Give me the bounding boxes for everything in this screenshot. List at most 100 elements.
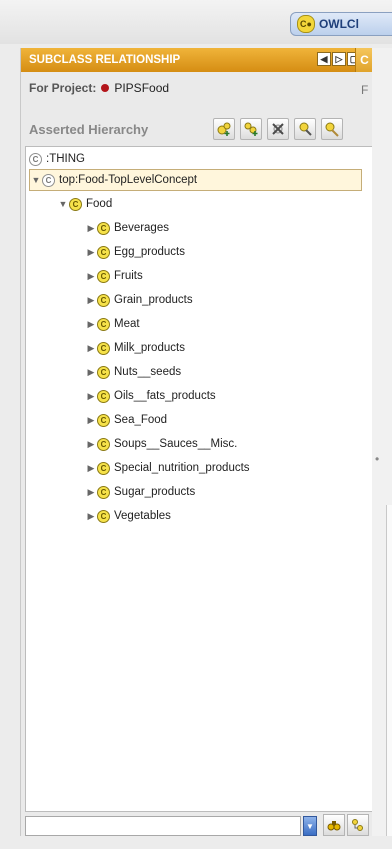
- class-icon-letter: C: [100, 391, 107, 401]
- class-icon-letter: C: [100, 439, 107, 449]
- class-icon: C: [29, 152, 42, 166]
- collapsed-arrow-icon[interactable]: ▶: [85, 415, 97, 426]
- expand-arrow-icon[interactable]: ▼: [57, 199, 69, 209]
- owl-class-icon: C ●: [297, 15, 315, 33]
- class-properties-icon[interactable]: [321, 118, 343, 140]
- collapsed-arrow-icon[interactable]: ▶: [85, 247, 97, 258]
- class-icon: C: [97, 365, 110, 379]
- hierarchy-label: Asserted Hierarchy: [29, 122, 149, 137]
- project-label: For Project:: [29, 81, 97, 95]
- tree-node-top-food[interactable]: ▼ C top:Food-TopLevelConcept: [29, 169, 362, 191]
- class-icon-letter: C: [100, 295, 107, 305]
- tree-node-nuts-seeds[interactable]: ▶ C Nuts__seeds: [85, 361, 181, 383]
- class-icon-letter: C: [100, 223, 107, 233]
- owl-class-icon-text: C: [300, 19, 307, 29]
- class-icon-letter: C: [100, 247, 107, 257]
- class-icon: C: [97, 485, 110, 499]
- collapsed-arrow-icon[interactable]: ▶: [85, 439, 97, 450]
- create-subclass-icon[interactable]: [213, 118, 235, 140]
- tree-node-label: Sea_Food: [114, 414, 168, 426]
- tree-node-label: Beverages: [114, 222, 169, 234]
- create-sibling-icon[interactable]: [240, 118, 262, 140]
- tree-node-label: Oils__fats_products: [114, 390, 216, 402]
- tree-node-label: Nuts__seeds: [114, 366, 182, 378]
- search-input[interactable]: [25, 816, 301, 836]
- class-tree[interactable]: C :THING ▼ C top:Food-TopLevelConcept ▼ …: [25, 146, 373, 812]
- tree-node-label: Grain_products: [114, 294, 193, 306]
- delete-class-icon[interactable]: [267, 118, 289, 140]
- class-icon: C: [97, 245, 110, 259]
- panel-title: SUBCLASS RELATIONSHIP: [29, 54, 181, 66]
- tree-node-special-nutrition[interactable]: ▶ C Special_nutrition_products: [85, 457, 250, 479]
- tree-node-label: Fruits: [114, 270, 143, 282]
- search-binoculars-icon[interactable]: [323, 814, 345, 836]
- back-arrow-icon[interactable]: ◀: [317, 52, 331, 66]
- forward-arrow-icon[interactable]: ▷: [332, 52, 346, 66]
- class-icon-letter: C: [45, 175, 52, 185]
- tree-node-label: Sugar_products: [114, 486, 196, 498]
- project-info: For Project: PIPSFood: [29, 81, 169, 95]
- search-dropdown-icon[interactable]: ▼: [303, 816, 317, 836]
- tree-node-oils-fats[interactable]: ▶ C Oils__fats_products: [85, 385, 216, 407]
- class-icon-letter: C: [100, 319, 107, 329]
- class-icon: C: [69, 197, 82, 211]
- class-icon-letter: C: [100, 271, 107, 281]
- collapsed-arrow-icon[interactable]: ▶: [85, 487, 97, 498]
- tree-node-soups-sauces[interactable]: ▶ C Soups__Sauces__Misc.: [85, 433, 237, 455]
- right-panel-separator: [386, 505, 392, 836]
- tree-node-food[interactable]: ▼ C Food: [57, 193, 112, 215]
- class-icon-letter: C: [32, 154, 39, 164]
- tree-node-label: Special_nutrition_products: [114, 462, 250, 474]
- tree-node-egg-products[interactable]: ▶ C Egg_products: [85, 241, 185, 263]
- tree-node-label: Egg_products: [114, 246, 185, 258]
- search-hierarchy-icon[interactable]: [347, 814, 369, 836]
- class-icon-letter: C: [72, 199, 79, 209]
- tree-node-label: Vegetables: [114, 510, 171, 522]
- tree-node-label: :THING: [46, 153, 85, 165]
- class-icon-letter: C: [100, 487, 107, 497]
- project-dot-icon: [101, 84, 110, 92]
- panel-header: SUBCLASS RELATIONSHIP ◀ ▷ ▢: [21, 48, 373, 72]
- project-name: PIPSFood: [114, 81, 170, 95]
- class-icon-letter: C: [100, 367, 107, 377]
- right-panel-header-letter: C: [360, 53, 369, 67]
- class-icon: C: [97, 341, 110, 355]
- hierarchy-toolbar: [213, 118, 343, 140]
- tree-node-label: Soups__Sauces__Misc.: [114, 438, 238, 450]
- class-icon: C: [97, 389, 110, 403]
- class-icon: C: [97, 461, 110, 475]
- class-icon-letter: C: [100, 511, 107, 521]
- collapsed-arrow-icon[interactable]: ▶: [85, 343, 97, 354]
- class-icon: C: [97, 293, 110, 307]
- class-icon-letter: C: [100, 343, 107, 353]
- class-icon-letter: C: [100, 463, 107, 473]
- class-icon: C: [97, 413, 110, 427]
- collapsed-arrow-icon[interactable]: ▶: [85, 319, 97, 330]
- tree-node-label: Milk_products: [114, 342, 185, 354]
- collapsed-arrow-icon[interactable]: ▶: [85, 463, 97, 474]
- collapsed-arrow-icon[interactable]: ▶: [85, 295, 97, 306]
- collapsed-arrow-icon[interactable]: ▶: [85, 391, 97, 402]
- right-panel-header: C: [355, 48, 373, 72]
- tree-node-sea-food[interactable]: ▶ C Sea_Food: [85, 409, 167, 431]
- tree-node-root[interactable]: C :THING: [29, 148, 85, 170]
- collapsed-arrow-icon[interactable]: ▶: [85, 367, 97, 378]
- collapsed-arrow-icon[interactable]: ▶: [85, 511, 97, 522]
- collapsed-arrow-icon[interactable]: ▶: [85, 223, 97, 234]
- tree-node-milk-products[interactable]: ▶ C Milk_products: [85, 337, 185, 359]
- tree-node-fruits[interactable]: ▶ C Fruits: [85, 265, 143, 287]
- class-icon-letter: C: [100, 415, 107, 425]
- tab-owlclasses[interactable]: C ● OWLCl: [290, 12, 392, 36]
- tree-node-sugar-products[interactable]: ▶ C Sugar_products: [85, 481, 195, 503]
- tree-node-label: top:Food-TopLevelConcept: [59, 174, 198, 186]
- tree-node-grain-products[interactable]: ▶ C Grain_products: [85, 289, 193, 311]
- find-class-icon[interactable]: [294, 118, 316, 140]
- class-icon: C: [97, 269, 110, 283]
- expand-arrow-icon[interactable]: ▼: [30, 175, 42, 185]
- splitter-handle[interactable]: •: [375, 452, 379, 466]
- top-toolbar: C ● OWLCl: [0, 0, 392, 44]
- tree-node-meat[interactable]: ▶ C Meat: [85, 313, 140, 335]
- tree-node-vegetables[interactable]: ▶ C Vegetables: [85, 505, 171, 527]
- tree-node-beverages[interactable]: ▶ C Beverages: [85, 217, 169, 239]
- collapsed-arrow-icon[interactable]: ▶: [85, 271, 97, 282]
